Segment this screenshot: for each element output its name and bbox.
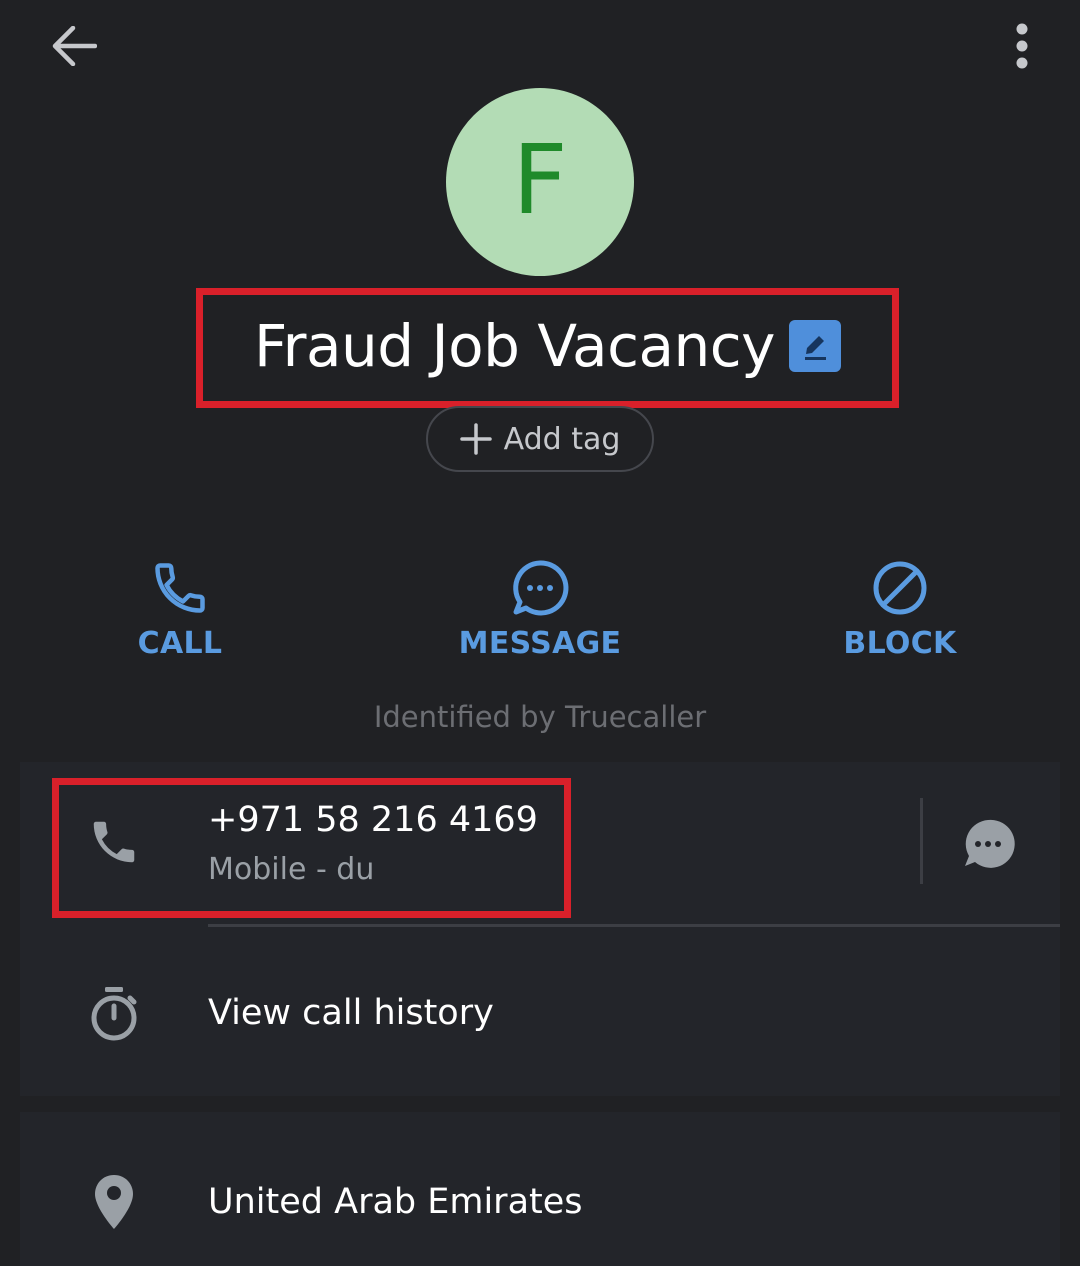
add-tag-label: Add tag (503, 421, 621, 457)
avatar-letter: F (512, 124, 568, 236)
phone-icon (93, 821, 135, 863)
back-button[interactable] (44, 20, 104, 72)
block-action-label: BLOCK (843, 626, 957, 661)
add-tag-button[interactable]: Add tag (426, 406, 654, 472)
message-bubble-icon (513, 560, 569, 616)
phone-row-icon-wrap (84, 812, 144, 872)
call-action-button[interactable]: CALL (70, 558, 290, 668)
message-action-button[interactable]: MESSAGE (430, 558, 650, 668)
sms-button[interactable] (958, 814, 1018, 874)
phone-number: +971 58 216 4169 (208, 800, 538, 840)
block-icon (873, 561, 927, 615)
pencil-icon (805, 336, 826, 360)
stopwatch-icon (91, 987, 137, 1041)
contact-details-screen: F Fraud Job Vacancy Add tag CALL MESSAGE… (0, 0, 1080, 1266)
more-vertical-icon (1016, 23, 1028, 69)
location-label: United Arab Emirates (208, 1182, 583, 1222)
contact-name-row: Fraud Job Vacancy (200, 290, 895, 402)
call-history-row[interactable] (52, 950, 1060, 1080)
more-options-button[interactable] (996, 16, 1048, 76)
history-icon-wrap (84, 984, 144, 1044)
horizontal-divider (208, 924, 1060, 927)
identified-by-label: Identified by Truecaller (373, 700, 707, 734)
message-action-label: MESSAGE (458, 626, 622, 661)
location-icon-wrap (90, 1172, 138, 1232)
location-pin-icon (95, 1175, 133, 1229)
call-action-label: CALL (137, 626, 223, 661)
phone-number-row[interactable] (52, 780, 1060, 910)
block-action-button[interactable]: BLOCK (790, 558, 1010, 668)
call-history-label: View call history (208, 993, 494, 1033)
vertical-divider (920, 798, 923, 884)
contact-name: Fraud Job Vacancy (253, 312, 776, 380)
edit-name-button[interactable] (789, 320, 841, 372)
phone-icon (155, 563, 205, 613)
sms-bubble-icon (965, 819, 1015, 868)
phone-type: Mobile - du (208, 852, 375, 887)
avatar[interactable]: F (446, 88, 634, 276)
plus-icon (459, 423, 492, 455)
arrow-left-icon (52, 26, 97, 66)
